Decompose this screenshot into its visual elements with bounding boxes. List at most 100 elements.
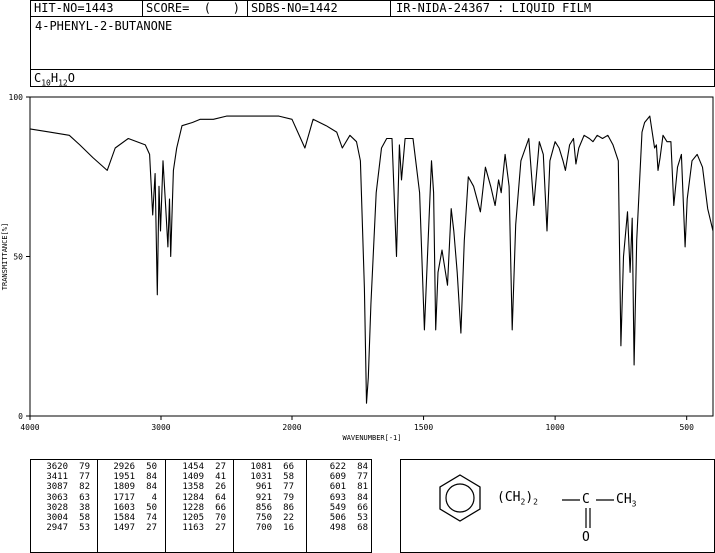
y-tick-label: 100 bbox=[9, 93, 24, 102]
x-tick-label: 500 bbox=[679, 423, 694, 432]
peak-transmittance: 26 bbox=[215, 482, 226, 493]
peak-transmittance: 84 bbox=[146, 482, 157, 493]
peak-wavenumber: 921 bbox=[255, 492, 272, 503]
peak-transmittance: 50 bbox=[146, 462, 157, 472]
peak-row: 1228 66 bbox=[174, 503, 226, 513]
peak-table-divider bbox=[306, 459, 307, 552]
peak-wavenumber: 3063 bbox=[46, 492, 68, 503]
peak-wavenumber: 498 bbox=[329, 523, 346, 534]
peak-wavenumber: 3004 bbox=[46, 512, 68, 523]
peak-transmittance: 81 bbox=[357, 482, 368, 493]
peak-row: 3620 79 bbox=[38, 462, 90, 472]
peak-wavenumber: 1205 bbox=[182, 512, 204, 523]
carbonyl-carbon: C bbox=[582, 492, 590, 507]
peak-row: 856 86 bbox=[242, 503, 294, 513]
benzene-ring-icon bbox=[439, 474, 481, 522]
peak-transmittance: 22 bbox=[283, 512, 294, 523]
peak-row: 961 77 bbox=[242, 482, 294, 492]
peak-row: 921 79 bbox=[242, 493, 294, 503]
peak-transmittance: 77 bbox=[79, 472, 90, 483]
peak-column: 2926 50 1951 84 1809 84 1717 4 1603 50 1584 74 1497 2… bbox=[105, 462, 157, 533]
peak-table-divider bbox=[165, 459, 166, 552]
peak-transmittance: 50 bbox=[146, 502, 157, 513]
carbonyl-oxygen: O bbox=[582, 530, 590, 545]
peak-row: 1284 64 bbox=[174, 493, 226, 503]
peak-row: 506 53 bbox=[316, 513, 368, 523]
peak-transmittance: 77 bbox=[357, 472, 368, 483]
peak-wavenumber: 3087 bbox=[46, 482, 68, 493]
peak-row: 1717 4 bbox=[105, 493, 157, 503]
spectrum-series-line bbox=[29, 115, 714, 404]
peak-row: 1031 58 bbox=[242, 472, 294, 482]
peak-transmittance: 84 bbox=[146, 472, 157, 483]
peak-transmittance: 53 bbox=[79, 523, 90, 534]
peak-row: 1951 84 bbox=[105, 472, 157, 482]
peak-wavenumber: 3028 bbox=[46, 502, 68, 513]
peak-row: 1081 66 bbox=[242, 462, 294, 472]
x-tick-label: 1000 bbox=[545, 423, 564, 432]
peak-transmittance: 70 bbox=[215, 512, 226, 523]
peak-row: 1497 27 bbox=[105, 523, 157, 533]
methyl-group: CH3 bbox=[616, 492, 637, 509]
peak-row: 750 22 bbox=[242, 513, 294, 523]
peak-transmittance: 68 bbox=[357, 523, 368, 534]
peak-wavenumber: 622 bbox=[329, 462, 346, 472]
peak-row: 2947 53 bbox=[38, 523, 90, 533]
peak-column: 1454 27 1409 41 1358 26 1284 64 1228 66 1205 70 1163… bbox=[174, 462, 226, 533]
peak-wavenumber: 609 bbox=[329, 472, 346, 483]
peak-row: 498 68 bbox=[316, 523, 368, 533]
peak-transmittance: 27 bbox=[215, 523, 226, 534]
peak-row: 700 16 bbox=[242, 523, 294, 533]
peak-wavenumber: 601 bbox=[329, 482, 346, 493]
peak-wavenumber: 1081 bbox=[250, 462, 272, 472]
peak-transmittance: 77 bbox=[283, 482, 294, 493]
ir-spectrum-chart: 4000 3000 2000 1500 1000 500100500WAVENUMBER[… bbox=[1, 93, 714, 442]
peak-transmittance: 66 bbox=[357, 502, 368, 513]
peak-wavenumber: 856 bbox=[255, 502, 272, 513]
peak-column: 3620 79 3411 77 3087 82 3063 63 3028 38 3004 58 2947… bbox=[38, 462, 90, 533]
peak-wavenumber: 693 bbox=[329, 492, 346, 503]
peak-row: 622 84 bbox=[316, 462, 368, 472]
peak-transmittance: 79 bbox=[283, 492, 294, 503]
peak-wavenumber: 1228 bbox=[182, 502, 204, 513]
peak-transmittance: 27 bbox=[146, 523, 157, 534]
peak-row: 1809 84 bbox=[105, 482, 157, 492]
peak-row: 601 81 bbox=[316, 482, 368, 492]
peak-row: 1584 74 bbox=[105, 513, 157, 523]
peak-row: 1163 27 bbox=[174, 523, 226, 533]
plot-frame bbox=[29, 96, 714, 417]
x-tick-label: 1500 bbox=[414, 423, 433, 432]
peak-wavenumber: 1358 bbox=[182, 482, 204, 493]
peak-transmittance: 58 bbox=[283, 472, 294, 483]
peak-transmittance: 38 bbox=[79, 502, 90, 513]
peak-wavenumber: 1031 bbox=[250, 472, 272, 483]
x-axis-label: WAVENUMBER[-1] bbox=[342, 434, 401, 442]
peak-transmittance: 16 bbox=[283, 523, 294, 534]
peak-row: 3028 38 bbox=[38, 503, 90, 513]
peak-wavenumber: 506 bbox=[329, 512, 346, 523]
peak-wavenumber: 1809 bbox=[113, 482, 135, 493]
peak-transmittance: 58 bbox=[79, 512, 90, 523]
peak-wavenumber: 1717 bbox=[113, 492, 135, 503]
peak-wavenumber: 750 bbox=[255, 512, 272, 523]
peak-row: 1358 26 bbox=[174, 482, 226, 492]
peak-row: 609 77 bbox=[316, 472, 368, 482]
peak-wavenumber: 2926 bbox=[113, 462, 135, 472]
peak-transmittance: 27 bbox=[215, 462, 226, 472]
peak-wavenumber: 1454 bbox=[182, 462, 204, 472]
peak-column: 622 84 609 77 601 81 693 84 549 66 506 53 498 68 bbox=[316, 462, 368, 533]
peak-row: 1603 50 bbox=[105, 503, 157, 513]
peak-wavenumber: 1603 bbox=[113, 502, 135, 513]
peak-wavenumber: 1497 bbox=[113, 523, 135, 534]
peak-wavenumber: 3620 bbox=[46, 462, 68, 472]
peak-transmittance: 84 bbox=[357, 462, 368, 472]
peak-transmittance: 53 bbox=[357, 512, 368, 523]
peak-row: 1205 70 bbox=[174, 513, 226, 523]
peak-transmittance: 41 bbox=[215, 472, 226, 483]
peak-transmittance: 74 bbox=[146, 512, 157, 523]
peak-column: 1081 66 1031 58 961 77 921 79 856 86 750 22 700 16 bbox=[242, 462, 294, 533]
peak-wavenumber: 1163 bbox=[182, 523, 204, 534]
peak-transmittance: 63 bbox=[79, 492, 90, 503]
peak-transmittance: 84 bbox=[357, 492, 368, 503]
peak-table-divider bbox=[97, 459, 98, 552]
